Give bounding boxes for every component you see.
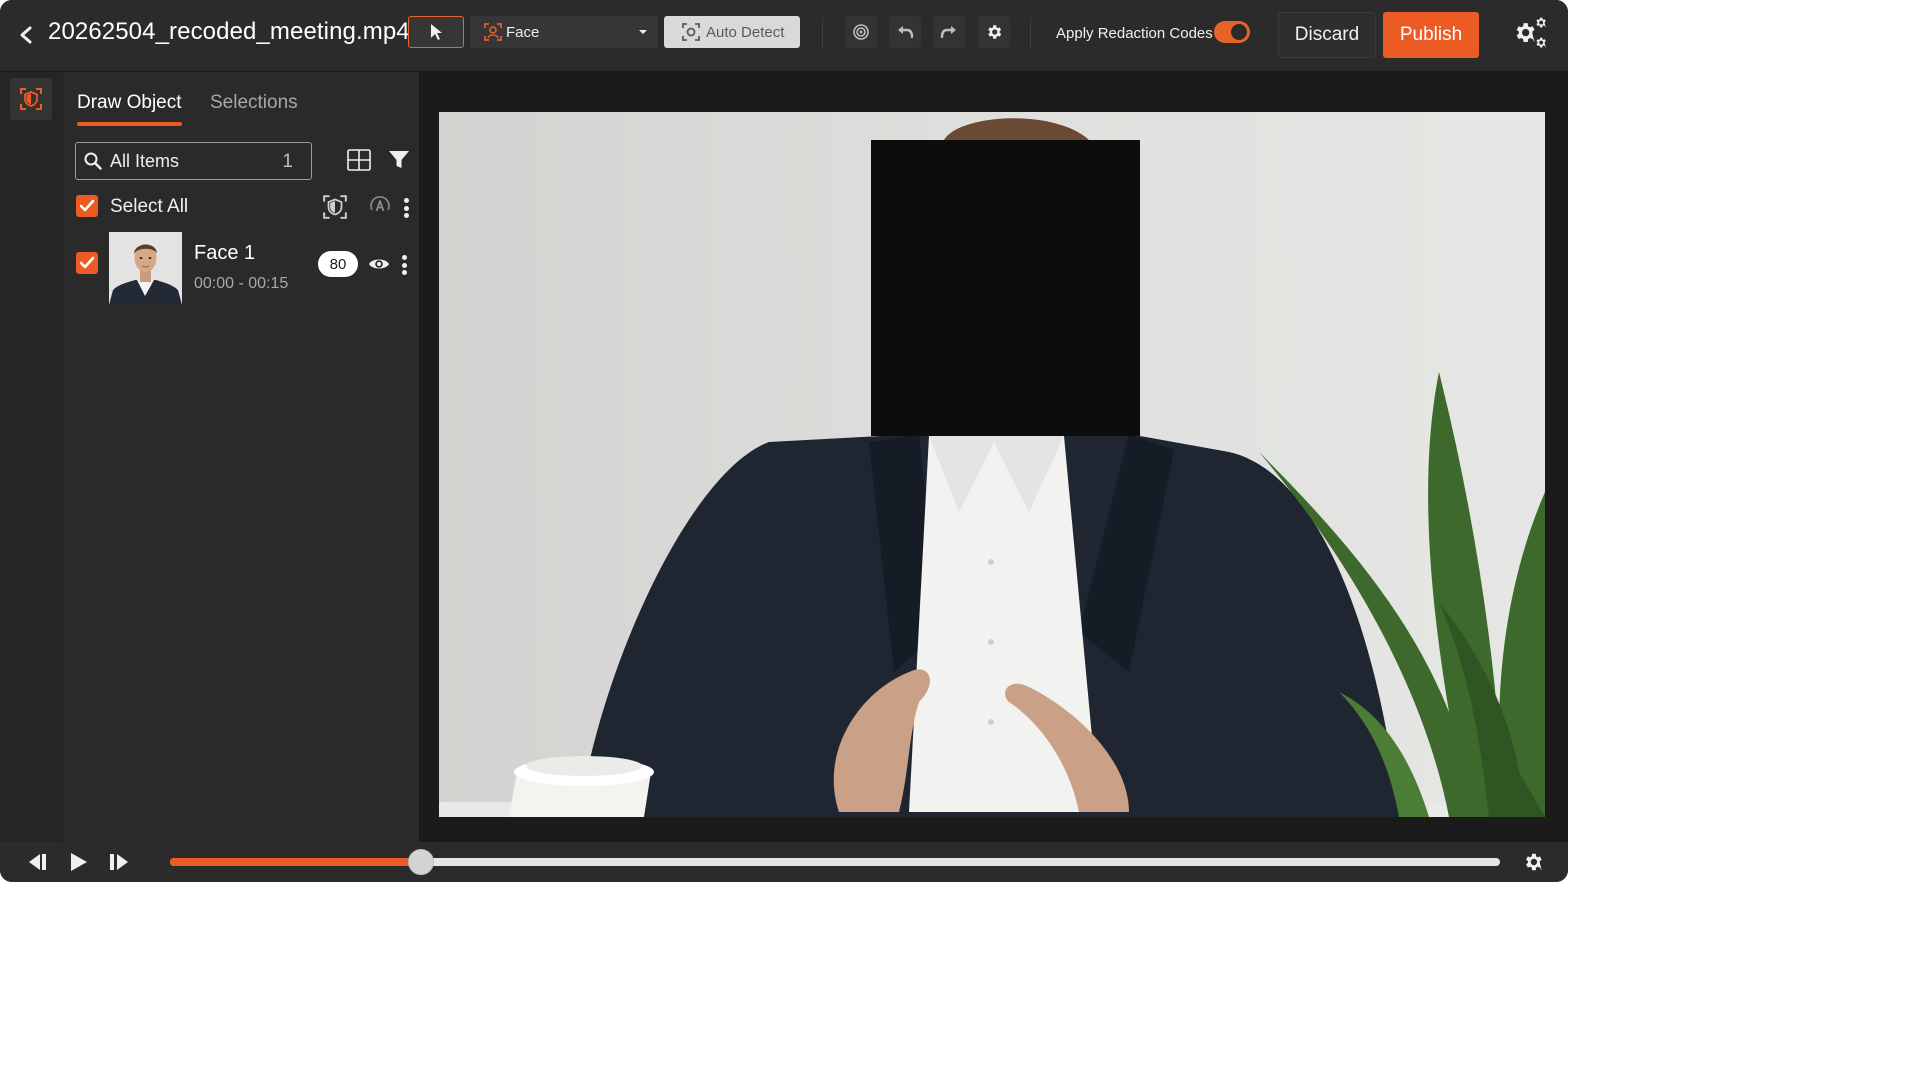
face-thumbnail (109, 232, 182, 305)
shield-scan-icon (20, 88, 42, 110)
visibility-toggle[interactable] (368, 254, 390, 274)
apply-redaction-label: Apply Redaction Codes (1056, 25, 1213, 42)
shield-scan-icon (323, 195, 347, 219)
playback-bar (0, 842, 1568, 882)
chevron-left-icon (20, 26, 32, 44)
auto-label-icon (370, 196, 390, 212)
timeline-scrubber[interactable] (408, 849, 435, 875)
mode-dropdown[interactable]: Face (470, 16, 658, 48)
mode-dropdown-label: Face (506, 23, 540, 41)
toolbar-divider (822, 18, 823, 48)
auto-detect-button[interactable]: Auto Detect (664, 16, 800, 48)
gears-icon (1516, 17, 1546, 48)
select-all-label: Select All (110, 196, 189, 217)
select-all-more-button[interactable] (403, 198, 409, 218)
face-scan-icon (484, 23, 502, 41)
confidence-badge: 80 (318, 251, 358, 277)
back-button[interactable] (12, 20, 38, 50)
eye-icon (369, 259, 389, 269)
discard-button[interactable]: Discard (1278, 12, 1376, 58)
search-value: All Items (110, 150, 180, 171)
gear-icon (988, 25, 1002, 39)
select-tool-button[interactable] (408, 16, 464, 48)
cursor-arrow-icon (431, 24, 442, 40)
apply-redaction-toggle[interactable] (1214, 21, 1250, 43)
redaction-tool-button[interactable] (10, 78, 52, 120)
tab-draw-object[interactable]: Draw Object (77, 92, 182, 114)
grid-icon (347, 149, 371, 171)
bulk-redact-button[interactable] (322, 194, 348, 225)
filter-icon (389, 151, 409, 168)
left-rail (0, 72, 62, 842)
search-result-count: 1 (282, 151, 293, 172)
face-thumbnail-image (109, 232, 182, 305)
active-tab-indicator (77, 122, 182, 126)
redaction-editor-window: 20262504_recoded_meeting.mp4 Face Auto D… (0, 0, 1568, 882)
focus-scan-icon (682, 23, 700, 41)
objects-panel: Draw Object Selections All Items 1 Selec… (63, 72, 419, 842)
toolbar-divider (1030, 18, 1031, 48)
checkmark-icon (79, 256, 95, 269)
item-name: Face 1 (194, 242, 256, 264)
video-stage (419, 72, 1568, 842)
step-back-button[interactable] (26, 851, 50, 873)
auto-detect-label: Auto Detect (706, 23, 785, 41)
checkmark-icon (79, 199, 95, 212)
toggle-knob (1231, 24, 1247, 40)
video-frame[interactable] (439, 112, 1545, 817)
auto-label-button[interactable] (368, 194, 392, 223)
item-more-button[interactable] (401, 255, 407, 275)
publish-button[interactable]: Publish (1383, 12, 1479, 58)
top-toolbar: 20262504_recoded_meeting.mp4 Face Auto D… (0, 0, 1568, 72)
item-checkbox[interactable] (76, 252, 98, 274)
step-back-icon (29, 854, 46, 870)
search-icon (84, 152, 102, 170)
redaction-box[interactable] (871, 140, 1140, 436)
step-forward-icon (110, 854, 128, 870)
play-icon (71, 853, 87, 871)
list-item[interactable]: Face 1 00:00 - 00:15 80 (63, 232, 419, 306)
playback-settings-button[interactable] (1522, 851, 1544, 873)
gear-icon (1526, 853, 1542, 871)
redo-icon (940, 26, 956, 39)
global-settings-button[interactable] (1510, 16, 1548, 52)
search-input[interactable]: All Items 1 (75, 142, 312, 180)
undo-icon (898, 26, 914, 39)
select-all-checkbox[interactable] (76, 195, 98, 217)
undo-button[interactable] (889, 16, 921, 48)
play-button[interactable] (67, 851, 91, 873)
caret-down-icon (639, 30, 647, 34)
timeline-progress (170, 858, 422, 866)
target-icon (853, 24, 869, 40)
redo-button[interactable] (933, 16, 965, 48)
grid-view-button[interactable] (347, 149, 371, 171)
file-title: 20262504_recoded_meeting.mp4 (48, 18, 410, 45)
timeline-track[interactable] (170, 849, 1500, 875)
settings-button[interactable] (978, 16, 1010, 48)
step-forward-button[interactable] (107, 851, 131, 873)
item-time-range: 00:00 - 00:15 (194, 275, 289, 292)
target-button[interactable] (845, 16, 877, 48)
filter-button[interactable] (388, 149, 410, 171)
tab-selections[interactable]: Selections (210, 92, 298, 114)
